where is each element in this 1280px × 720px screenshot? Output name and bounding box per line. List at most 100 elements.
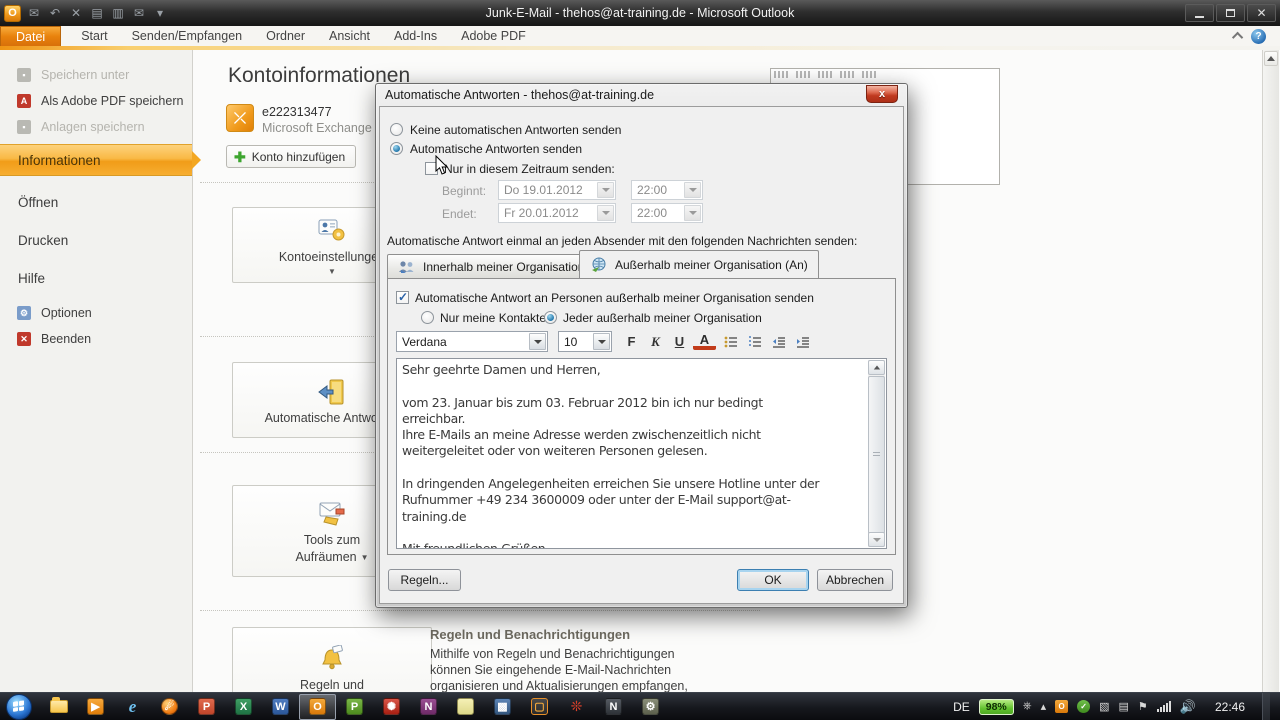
maximize-button[interactable] [1216, 4, 1245, 22]
radio-nur-kontakte[interactable] [421, 311, 434, 324]
taskbar-outlook-icon[interactable]: O [299, 694, 336, 720]
tray-antivirus-icon[interactable]: ✓ [1077, 700, 1090, 713]
message-textarea[interactable]: Sehr geehrte Damen und Herren, vom 23. J… [396, 358, 887, 549]
ok-button[interactable]: OK [737, 569, 809, 591]
sidebar-item-drucken[interactable]: Drucken [0, 228, 192, 252]
dialog-titlebar[interactable]: Automatische Antworten - thehos@at-train… [376, 84, 907, 106]
close-button[interactable]: ✕ [1247, 4, 1276, 22]
sidebar-item-beenden[interactable]: ✕ Beenden [0, 326, 192, 352]
tab-innerhalb-organisation[interactable]: Innerhalb meiner Organisation [387, 254, 595, 278]
taskbar-app-n-icon[interactable]: N [595, 694, 632, 720]
checkbox-antwort-ausserhalb-label[interactable]: Automatische Antwort an Personen außerha… [415, 291, 814, 305]
radio-nur-kontakte-label[interactable]: Nur meine Kontakte [440, 311, 546, 325]
tab-ausserhalb-organisation[interactable]: Außerhalb meiner Organisation (An) [579, 250, 819, 278]
taskbar-media-player-icon[interactable]: ▶ [77, 694, 114, 720]
numbered-list-button[interactable] [743, 331, 766, 352]
dismiss-icon[interactable]: ✕ [68, 6, 84, 20]
start-button[interactable] [6, 694, 32, 720]
action-center-flag-icon[interactable]: ⚑ [1138, 700, 1148, 713]
font-size-combo[interactable]: 10 [558, 331, 612, 352]
speaker-icon[interactable]: 🔊 [1180, 699, 1196, 715]
radio-antworten-senden-label[interactable]: Automatische Antworten senden [410, 142, 582, 156]
dialog-close-button[interactable]: x [866, 85, 898, 103]
taskbar-sticky-notes-icon[interactable] [447, 694, 484, 720]
decrease-indent-button[interactable] [767, 331, 790, 352]
tray-printer-icon[interactable]: ▧ [1099, 700, 1109, 713]
taskbar-onenote-icon[interactable]: N [410, 694, 447, 720]
taskbar-powerpoint-icon[interactable]: P [188, 694, 225, 720]
vertical-scrollbar[interactable] [1262, 50, 1279, 692]
taskbar-firefox-icon[interactable]: ☄ [151, 694, 188, 720]
radio-keine-antworten[interactable] [390, 123, 403, 136]
taskbar-app-orange-icon[interactable]: ▢ [521, 694, 558, 720]
tab-adobe-pdf[interactable]: Adobe PDF [449, 26, 538, 46]
scroll-up-button[interactable] [868, 360, 885, 375]
send-receive-icon[interactable]: ✉ [26, 6, 42, 20]
tray-clipboard-icon[interactable]: ▤ [1119, 700, 1129, 713]
tray-expand-icon[interactable]: ▴ [1041, 700, 1047, 713]
bold-button[interactable]: F [620, 331, 643, 352]
radio-antworten-senden[interactable] [390, 142, 403, 155]
begins-label: Beginnt: [442, 184, 486, 198]
sidebar-item-als-adobe-pdf-speichern[interactable]: A Als Adobe PDF speichern [0, 88, 192, 114]
taskbar-acrobat-icon[interactable]: ✺ [373, 694, 410, 720]
help-icon[interactable]: ? [1251, 29, 1266, 44]
scroll-thumb[interactable] [868, 376, 885, 534]
end-time-combo: 22:00 [631, 203, 703, 223]
taskbar-word-icon[interactable]: W [262, 694, 299, 720]
scroll-up-button[interactable] [1264, 51, 1278, 66]
tray-outlook-icon[interactable]: O [1055, 700, 1068, 713]
taskbar-recorder-icon[interactable]: ❊ [558, 694, 595, 720]
sidebar-item-informationen[interactable]: Informationen [0, 144, 192, 176]
sidebar-item-oeffnen[interactable]: Öffnen [0, 190, 192, 214]
increase-indent-button[interactable] [791, 331, 814, 352]
outlook-app-icon[interactable]: O [4, 5, 21, 22]
language-indicator[interactable]: DE [953, 700, 970, 714]
taskbar-explorer-icon[interactable] [40, 694, 77, 720]
add-account-button[interactable]: ✚ Konto hinzufügen [226, 145, 356, 168]
detail-view-icon[interactable]: ▥ [110, 6, 126, 20]
battery-indicator[interactable]: 98% [979, 699, 1014, 715]
rules-button[interactable]: Regeln... [388, 569, 461, 591]
message-scrollbar[interactable] [868, 360, 885, 547]
sidebar-item-hilfe[interactable]: Hilfe [0, 266, 192, 290]
account-type: Microsoft Exchange [262, 121, 372, 135]
message-text[interactable]: Sehr geehrte Damen und Herren, vom 23. J… [402, 362, 864, 548]
sidebar-item-optionen[interactable]: ⚙ Optionen [0, 300, 192, 326]
windows-logo-icon [13, 700, 25, 713]
taskbar-tool-icon[interactable]: ⚙ [632, 694, 669, 720]
taskbar-excel-icon[interactable]: X [225, 694, 262, 720]
taskbar-internet-explorer-icon[interactable]: e [114, 694, 151, 720]
font-family-combo[interactable]: Verdana [396, 331, 548, 352]
radio-keine-antworten-label[interactable]: Keine automatischen Antworten senden [410, 123, 621, 137]
qat-customize-icon[interactable]: ▾ [152, 6, 168, 20]
tab-ansicht[interactable]: Ansicht [317, 26, 382, 46]
undo-icon[interactable]: ↶ [47, 6, 63, 20]
bullet-list-button[interactable] [719, 331, 742, 352]
tab-senden-empfangen[interactable]: Senden/Empfangen [120, 26, 255, 46]
cancel-button[interactable]: Abbrechen [817, 569, 893, 591]
minimize-button[interactable] [1185, 4, 1214, 22]
checkbox-zeitraum-label[interactable]: Nur in diesem Zeitraum senden: [444, 162, 615, 176]
scroll-down-button[interactable] [868, 532, 885, 547]
mail-icon[interactable]: ✉ [131, 6, 147, 20]
system-tray: DE 98% ⎈ ▴ O ✓ ▧ ▤ ⚑ 🔊 22:46 [953, 693, 1280, 720]
radio-jeder-ausserhalb[interactable] [544, 311, 557, 324]
taskbar-clock[interactable]: 22:46 [1215, 700, 1245, 714]
taskbar-app-blue-icon[interactable]: ▩ [484, 694, 521, 720]
radio-jeder-ausserhalb-label[interactable]: Jeder außerhalb meiner Organisation [563, 311, 762, 325]
taskbar-publisher-icon[interactable]: P [336, 694, 373, 720]
tab-add-ins[interactable]: Add-Ins [382, 26, 449, 46]
minimize-ribbon-icon[interactable] [1232, 32, 1243, 43]
font-color-button[interactable]: A [693, 333, 716, 350]
list-view-icon[interactable]: ▤ [89, 6, 105, 20]
cleanup-tools-icon [315, 498, 349, 530]
network-signal-icon[interactable] [1157, 701, 1171, 712]
tab-start[interactable]: Start [69, 26, 119, 46]
tab-datei[interactable]: Datei [0, 26, 61, 46]
show-desktop-button[interactable] [1262, 693, 1270, 720]
italic-button[interactable]: K [644, 331, 667, 352]
checkbox-antwort-ausserhalb[interactable] [396, 291, 409, 304]
tab-ordner[interactable]: Ordner [254, 26, 317, 46]
underline-button[interactable]: U [668, 331, 691, 352]
